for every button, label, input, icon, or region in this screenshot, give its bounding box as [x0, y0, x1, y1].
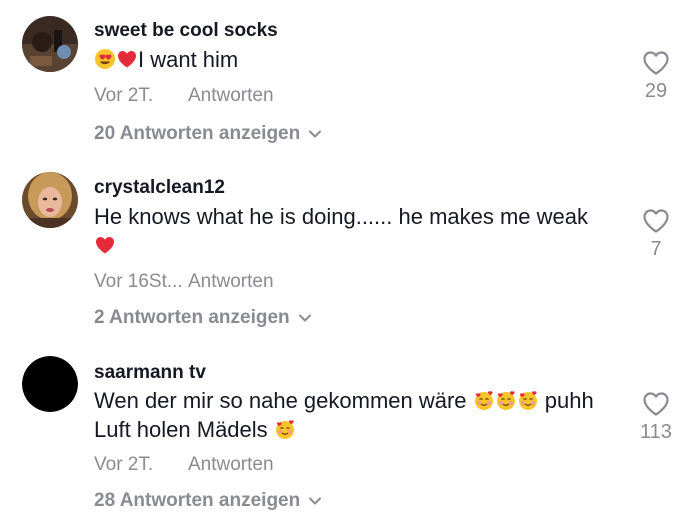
comment-username[interactable]: crystalclean12 [94, 177, 225, 199]
smiling-face-with-hearts-emoji-icon [275, 420, 294, 439]
comment-text-content: I want him [138, 47, 239, 72]
view-replies-label: 2 Antworten anzeigen [94, 307, 290, 328]
reply-button[interactable]: Antworten [188, 454, 274, 475]
avatar[interactable] [22, 16, 78, 72]
comment-text: I want him [94, 45, 614, 74]
black-circle-avatar-icon [22, 356, 78, 412]
like-button[interactable]: 113 [628, 391, 684, 444]
smiling-face-with-hearts-emoji-icon [518, 391, 537, 410]
like-count: 113 [640, 421, 672, 443]
reply-button[interactable]: Antworten [188, 85, 274, 106]
red-heart-emoji-icon [118, 51, 136, 68]
comment-text-content: Wen der mir so nahe gekommen wäre [94, 388, 467, 413]
smiling-face-with-hearts-emoji-icon [496, 391, 515, 410]
comment-text-content-line2: Luft holen Mädels [94, 417, 268, 442]
view-replies-button[interactable]: 2 Antworten anzeigen [94, 307, 312, 329]
chevron-down-icon [309, 130, 322, 138]
comment-text-content: He knows what he is doing...... he makes… [94, 204, 589, 229]
chevron-down-icon [298, 314, 311, 322]
comment-time: Vor 2T. [94, 454, 154, 475]
view-replies-label: 20 Antworten anzeigen [94, 123, 301, 144]
chevron-down-icon [309, 497, 322, 505]
comment-meta: Vor 16St... Antworten [94, 271, 274, 293]
comment-username[interactable]: saarmann tv [94, 362, 206, 384]
view-replies-button[interactable]: 28 Antworten anzeigen [94, 490, 322, 512]
view-replies-label: 28 Antworten anzeigen [94, 490, 301, 511]
avatar[interactable] [22, 356, 78, 412]
comment-time: Vor 2T. [94, 85, 154, 106]
heart-outline-icon [643, 392, 669, 416]
smiling-face-with-hearts-emoji-icon [474, 391, 493, 410]
comment-meta: Vor 2T. Antworten [94, 454, 274, 476]
avatar[interactable] [22, 172, 78, 228]
like-count: 7 [650, 238, 662, 260]
like-count: 29 [644, 80, 668, 102]
comment-time: Vor 16St... [94, 271, 183, 292]
red-heart-emoji-icon [96, 237, 114, 254]
heart-outline-icon [643, 209, 669, 233]
avatar-photo-icon [22, 16, 78, 72]
comment-username[interactable]: sweet be cool socks [94, 20, 278, 42]
comment-text: Wen der mir so nahe gekommen wäre puhh L… [94, 386, 614, 444]
reply-button[interactable]: Antworten [188, 271, 274, 292]
comment-text: He knows what he is doing...... he makes… [94, 202, 614, 260]
comment-meta: Vor 2T. Antworten [94, 85, 274, 107]
heart-outline-icon [643, 51, 669, 75]
like-button[interactable]: 7 [628, 208, 684, 261]
view-replies-button[interactable]: 20 Antworten anzeigen [94, 123, 322, 145]
comment-text-content-end: puhh [544, 388, 594, 413]
avatar-photo-icon [22, 172, 78, 228]
like-button[interactable]: 29 [628, 50, 684, 103]
heart-eyes-emoji-icon [95, 49, 115, 69]
